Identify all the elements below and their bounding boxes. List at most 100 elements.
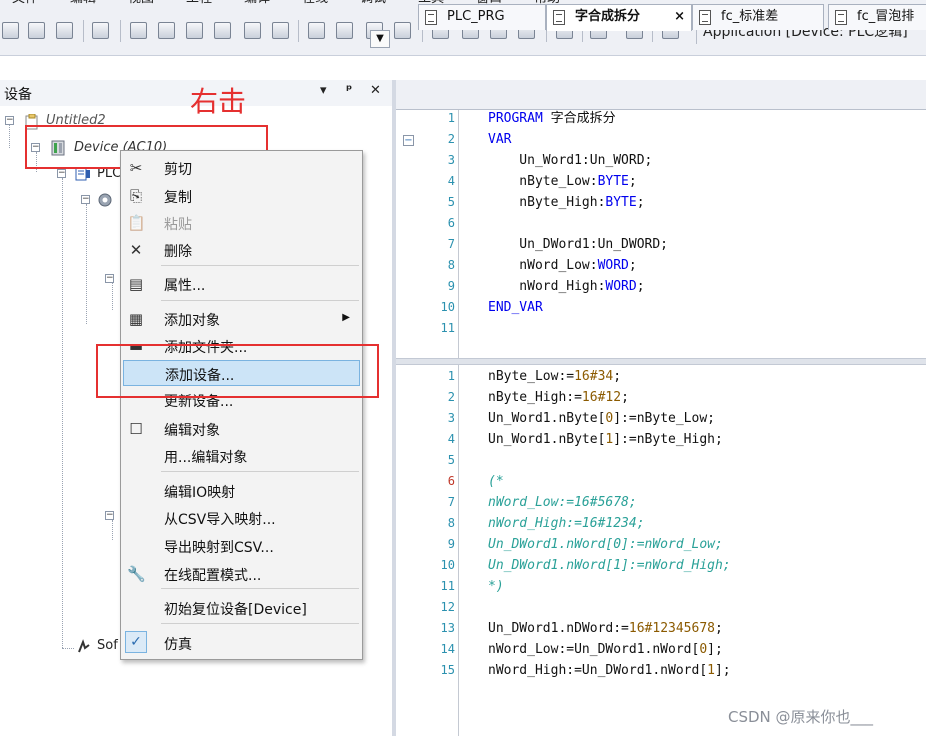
line-number: 7 — [447, 495, 455, 509]
code-text: nByte_High:BYTE; — [488, 195, 645, 210]
code-line[interactable]: 8 nWord_Low:WORD; — [396, 255, 926, 276]
menu-item[interactable]: 在线 — [290, 0, 348, 8]
line-number: 8 — [447, 516, 455, 530]
tree-line — [62, 648, 74, 649]
new-file-icon[interactable] — [2, 22, 19, 39]
pin-icon[interactable]: ᵖ — [346, 83, 352, 98]
copy-icon[interactable] — [214, 22, 231, 39]
code-line[interactable]: 6 (* — [396, 471, 926, 492]
tree-dropdown-button[interactable]: ▼ — [370, 30, 390, 48]
expand-application-icon[interactable]: − — [81, 195, 90, 204]
close-tab-icon[interactable]: × — [674, 5, 685, 29]
line-number: 4 — [447, 432, 455, 446]
code-line[interactable]: 7 nWord_Low:=16#5678; — [396, 492, 926, 513]
code-text: Un_Word1:Un_WORD; — [488, 153, 653, 168]
pane-menu-icon[interactable]: ▾ — [320, 83, 327, 98]
code-line[interactable]: 4 nByte_Low:BYTE; — [396, 171, 926, 192]
context-menu-item[interactable]: ✕ 删除 — [123, 237, 360, 263]
menu-item[interactable]: 编译 — [232, 0, 290, 8]
editor-tab-strip — [396, 80, 926, 110]
code-line[interactable]: 9 Un_DWord1.nWord[0]:=nWord_Low; — [396, 534, 926, 555]
code-line[interactable]: 3 Un_Word1.nByte[0]:=nByte_Low; — [396, 408, 926, 429]
editor-splitter[interactable] — [396, 358, 926, 365]
delete-icon[interactable] — [272, 22, 289, 39]
code-line[interactable]: 5 nByte_High:BYTE; — [396, 192, 926, 213]
annotation-add-device-box — [96, 344, 379, 398]
context-menu-item[interactable]: 用...编辑对象 — [123, 443, 360, 469]
line-number: 5 — [447, 195, 455, 209]
expand-plc-icon[interactable]: − — [57, 169, 66, 178]
replace-icon[interactable] — [336, 22, 353, 39]
expand-project-icon[interactable]: − — [5, 116, 14, 125]
code-line[interactable]: 1 PROGRAM 字合成拆分 — [396, 108, 926, 129]
code-line[interactable]: 12 — [396, 597, 926, 618]
expand-node-icon[interactable]: − — [105, 511, 114, 520]
code-line[interactable]: 7 Un_DWord1:Un_DWORD; — [396, 234, 926, 255]
menu-item[interactable]: 调试 — [348, 0, 406, 8]
save-icon[interactable] — [56, 22, 73, 39]
context-menu-item-label: 导出映射到CSV... — [164, 540, 274, 556]
code-line[interactable]: 5 — [396, 450, 926, 471]
line-number: 12 — [440, 600, 455, 614]
context-menu-item-label: 编辑IO映射 — [164, 485, 236, 501]
code-text: Un_Word1.nByte[0]:=nByte_Low; — [488, 411, 715, 426]
context-menu-item[interactable]: 编辑IO映射 — [123, 478, 360, 504]
code-line[interactable]: 2 nByte_High:=16#12; — [396, 387, 926, 408]
context-menu-item[interactable]: 初始复位设备[Device] — [123, 595, 360, 621]
find-icon[interactable] — [308, 22, 325, 39]
tab-word-split[interactable]: 字合成拆分 × — [546, 4, 692, 31]
menu-item[interactable]: 文件 — [0, 0, 58, 8]
context-menu-item-label: 初始复位设备[Device] — [164, 602, 307, 618]
code-text: Un_DWord1.nWord[1]:=nWord_High; — [488, 558, 731, 573]
context-menu-item[interactable]: 📋 粘贴 — [123, 210, 360, 236]
tree-item-softmotion[interactable]: Sof — [97, 636, 118, 656]
menu-item[interactable]: 视图 — [116, 0, 174, 8]
context-menu-item[interactable]: 从CSV导入映射... — [123, 505, 360, 531]
context-menu-item-label: 粘贴 — [164, 217, 192, 233]
submenu-arrow-icon: ▶ — [342, 312, 350, 323]
code-line[interactable]: 1 nByte_Low:=16#34; — [396, 366, 926, 387]
implementation-editor[interactable]: 1 nByte_Low:=16#34; 2 nByte_High:=16#12; 3 Un… — [396, 365, 926, 736]
paste-icon[interactable] — [244, 22, 261, 39]
code-text: nByte_Low:BYTE; — [488, 174, 637, 189]
tab-fc-bubble-sort[interactable]: fc_冒泡排 — [828, 4, 926, 30]
context-menu-item[interactable]: ▦ 添加对象 ▶ — [123, 306, 360, 332]
context-menu-item[interactable]: ▤ 属性... — [123, 271, 360, 297]
menu-item[interactable]: 编辑 — [58, 0, 116, 8]
open-folder-icon[interactable] — [28, 22, 45, 39]
code-line[interactable]: 10 END_VAR — [396, 297, 926, 318]
redo-icon[interactable] — [158, 22, 175, 39]
code-line[interactable]: 15 nWord_High:=Un_DWord1.nWord[1]; — [396, 660, 926, 681]
expand-task-icon[interactable]: − — [105, 274, 114, 283]
tab-fc-stddev[interactable]: fc_标准差 — [692, 4, 824, 30]
code-line[interactable]: 13 Un_DWord1.nDWord:=16#12345678; — [396, 618, 926, 639]
context-menu-item[interactable]: ⎘ 复制 — [123, 183, 360, 209]
context-menu-item[interactable]: ✓ 仿真 — [123, 630, 360, 656]
line-number: 11 — [440, 321, 455, 335]
code-line[interactable]: 2 VAR — [396, 129, 926, 150]
close-pane-icon[interactable]: ✕ — [370, 83, 381, 98]
code-line[interactable]: 6 — [396, 213, 926, 234]
code-line[interactable]: 3 Un_Word1:Un_WORD; — [396, 150, 926, 171]
code-line[interactable]: 8 nWord_High:=16#1234; — [396, 513, 926, 534]
code-line[interactable]: 4 Un_Word1.nByte[1]:=nByte_High; — [396, 429, 926, 450]
cut-icon[interactable] — [186, 22, 203, 39]
code-line[interactable]: 11 *) — [396, 576, 926, 597]
context-menu-item[interactable]: ✂ 剪切 — [123, 155, 360, 181]
code-text: Un_DWord1.nDWord:=16#12345678; — [488, 621, 723, 636]
copy-icon: ⎘ — [129, 187, 142, 205]
declaration-editor[interactable]: − 1 PROGRAM 字合成拆分 2 VAR 3 Un_Word1:Un_WORD; 4… — [396, 110, 926, 358]
code-line[interactable]: 9 nWord_High:WORD; — [396, 276, 926, 297]
code-text: Un_DWord1:Un_DWORD; — [488, 237, 669, 252]
context-menu-item[interactable]: 🔧 在线配置模式... — [123, 561, 360, 587]
code-line[interactable]: 11 — [396, 318, 926, 339]
code-line[interactable]: 14 nWord_Low:=Un_DWord1.nWord[0]; — [396, 639, 926, 660]
undo-icon[interactable] — [130, 22, 147, 39]
code-line[interactable]: 10 Un_DWord1.nWord[1]:=nWord_High; — [396, 555, 926, 576]
tab-plc-prg[interactable]: PLC_PRG — [418, 4, 546, 30]
replace-in-project-icon[interactable] — [394, 22, 411, 39]
print-icon[interactable] — [92, 22, 109, 39]
menu-item[interactable]: 工程 — [174, 0, 232, 8]
context-menu-item[interactable]: 导出映射到CSV... — [123, 533, 360, 559]
context-menu-item[interactable]: ☐ 编辑对象 — [123, 416, 360, 442]
